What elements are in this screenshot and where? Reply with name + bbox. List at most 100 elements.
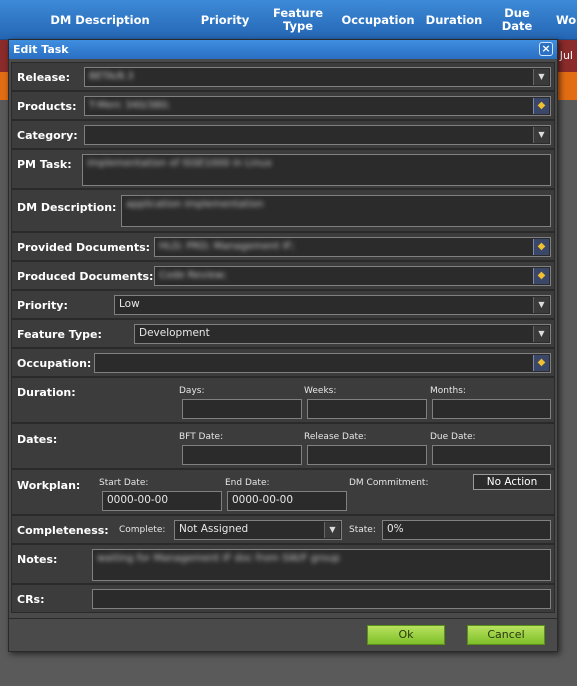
column-due-date[interactable]: Due Date: [488, 0, 546, 40]
release-value: BETA/8.3: [89, 71, 134, 82]
due-date-input[interactable]: [432, 445, 551, 465]
chevron-down-icon[interactable]: ▼: [533, 326, 549, 342]
products-row: Products: T-Merc 340/380; ◆: [11, 91, 555, 120]
workplan-label: Workplan:: [17, 479, 81, 492]
days-label: Days:: [179, 386, 205, 396]
column-wo[interactable]: Wo: [556, 0, 577, 40]
crs-label: CRs:: [17, 593, 45, 606]
close-icon[interactable]: ×: [539, 42, 553, 56]
dates-row: Dates: BFT Date: Release Date: Due Date:: [11, 423, 555, 469]
duration-label: Duration:: [17, 386, 76, 399]
start-date-value: 0000-00-00: [107, 494, 169, 506]
category-label: Category:: [17, 129, 78, 142]
bft-date-input[interactable]: [182, 445, 302, 465]
chevron-down-icon[interactable]: ▼: [533, 69, 549, 85]
diamond-picker-icon[interactable]: ◆: [533, 239, 549, 255]
complete-select[interactable]: Not Assigned ▼: [174, 520, 342, 540]
column-feature-type[interactable]: Feature Type: [268, 0, 328, 40]
bft-date-label: BFT Date:: [179, 432, 224, 442]
state-value: 0%: [387, 523, 404, 535]
diamond-picker-icon[interactable]: ◆: [533, 355, 549, 371]
start-date-label: Start Date:: [99, 478, 149, 488]
weeks-input[interactable]: [307, 399, 427, 419]
due-date-label: Due Date:: [430, 432, 476, 442]
pm-task-textarea[interactable]: implementation of ISSE1000 in Linux: [82, 154, 551, 186]
notes-label: Notes:: [17, 553, 58, 566]
dm-commitment-label: DM Commitment:: [349, 478, 429, 488]
state-label: State:: [349, 525, 376, 535]
chevron-down-icon[interactable]: ▼: [533, 127, 549, 143]
release-select[interactable]: BETA/8.3 ▼: [84, 67, 551, 87]
priority-select[interactable]: Low ▼: [114, 295, 551, 315]
provided-documents-field[interactable]: HLD; PRD; Management IF; ◆: [154, 237, 551, 257]
end-date-input[interactable]: 0000-00-00: [227, 491, 347, 511]
state-input[interactable]: 0%: [382, 520, 551, 540]
dialog-footer: Ok Cancel: [9, 618, 557, 651]
feature-type-select[interactable]: Development ▼: [134, 324, 551, 344]
start-date-input[interactable]: 0000-00-00: [102, 491, 222, 511]
column-duration[interactable]: Duration: [426, 0, 483, 40]
priority-row: Priority: Low ▼: [11, 290, 555, 319]
produced-documents-value: Code Review;: [159, 270, 227, 281]
edit-task-dialog: Edit Task × Release: BETA/8.3 ▼ Products…: [8, 39, 558, 652]
chevron-down-icon[interactable]: ▼: [533, 297, 549, 313]
diamond-picker-icon[interactable]: ◆: [533, 268, 549, 284]
products-field[interactable]: T-Merc 340/380; ◆: [84, 96, 551, 116]
weeks-label: Weeks:: [304, 386, 337, 396]
feature-type-label: Feature Type:: [17, 328, 102, 341]
completeness-row: Completeness: Complete: Not Assigned ▼ S…: [11, 515, 555, 544]
release-date-label: Release Date:: [304, 432, 367, 442]
ok-button[interactable]: Ok: [367, 625, 445, 645]
dm-description-value: application implementation: [126, 199, 264, 210]
dialog-title: Edit Task: [13, 43, 69, 56]
produced-documents-field[interactable]: Code Review; ◆: [154, 266, 551, 286]
dm-description-label: DM Description:: [17, 201, 117, 214]
provided-documents-row: Provided Documents: HLD; PRD; Management…: [11, 232, 555, 261]
complete-label: Complete:: [119, 525, 166, 535]
category-select[interactable]: ▼: [84, 125, 551, 145]
diamond-picker-icon[interactable]: ◆: [533, 98, 549, 114]
occupation-field[interactable]: ◆: [94, 353, 551, 373]
produced-documents-label: Produced Documents:: [17, 270, 154, 283]
provided-documents-label: Provided Documents:: [17, 241, 151, 254]
dm-commitment-button[interactable]: No Action: [473, 474, 551, 490]
products-label: Products:: [17, 100, 77, 113]
end-date-label: End Date:: [225, 478, 270, 488]
months-input[interactable]: [432, 399, 551, 419]
months-label: Months:: [430, 386, 466, 396]
column-occupation[interactable]: Occupation: [340, 0, 416, 40]
notes-value: waiting for Management IF doc from SW/F …: [97, 553, 340, 564]
column-priority[interactable]: Priority: [195, 0, 255, 40]
products-value: T-Merc 340/380;: [89, 100, 171, 111]
occupation-label: Occupation:: [17, 357, 92, 370]
release-label: Release:: [17, 71, 70, 84]
end-date-value: 0000-00-00: [232, 494, 294, 506]
release-row: Release: BETA/8.3 ▼: [11, 62, 555, 91]
feature-type-row: Feature Type: Development ▼: [11, 319, 555, 348]
category-row: Category: ▼: [11, 120, 555, 149]
dm-description-row: DM Description: application implementati…: [11, 189, 555, 232]
crs-row: CRs:: [11, 584, 555, 613]
release-date-input[interactable]: [307, 445, 427, 465]
notes-textarea[interactable]: waiting for Management IF doc from SW/F …: [92, 549, 551, 581]
duration-row: Duration: Days: Weeks: Months:: [11, 377, 555, 423]
occupation-row: Occupation: ◆: [11, 348, 555, 377]
column-dm-description[interactable]: DM Description: [40, 0, 160, 40]
table-cell: Jul: [559, 49, 573, 62]
dm-description-textarea[interactable]: application implementation: [121, 195, 551, 227]
complete-value: Not Assigned: [179, 523, 249, 535]
provided-documents-value: HLD; PRD; Management IF;: [159, 241, 295, 252]
days-input[interactable]: [182, 399, 302, 419]
dialog-title-bar[interactable]: Edit Task ×: [9, 40, 557, 59]
chevron-down-icon[interactable]: ▼: [324, 522, 340, 538]
feature-type-value: Development: [139, 327, 210, 339]
pm-task-label: PM Task:: [17, 158, 72, 171]
workplan-row: Workplan: Start Date: 0000-00-00 End Dat…: [11, 469, 555, 515]
crs-input[interactable]: [92, 589, 551, 609]
priority-value: Low: [119, 298, 140, 310]
produced-documents-row: Produced Documents: Code Review; ◆: [11, 261, 555, 290]
completeness-label: Completeness:: [17, 524, 109, 537]
priority-label: Priority:: [17, 299, 68, 312]
notes-row: Notes: waiting for Management IF doc fro…: [11, 544, 555, 584]
cancel-button[interactable]: Cancel: [467, 625, 545, 645]
